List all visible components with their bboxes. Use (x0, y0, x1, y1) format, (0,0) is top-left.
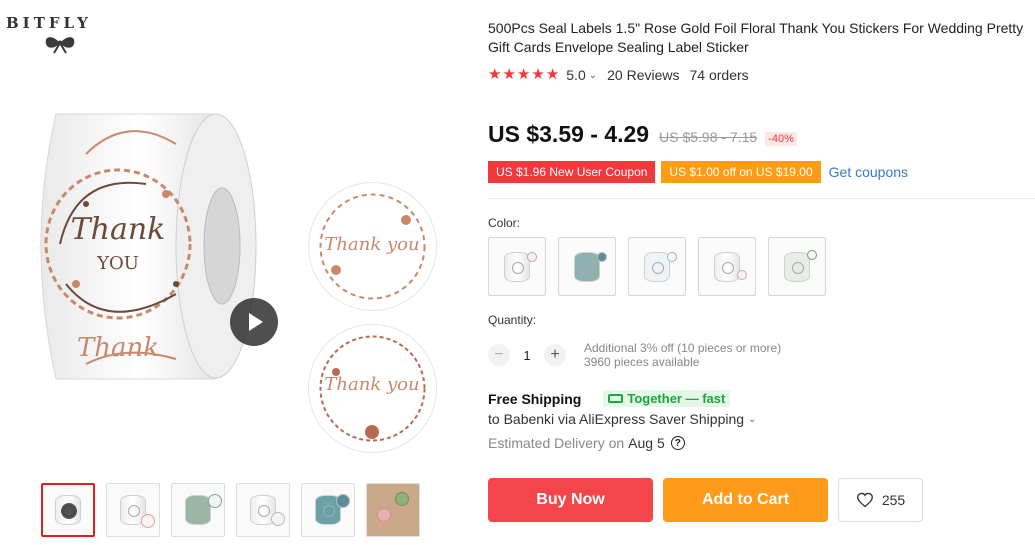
color-option-4[interactable] (698, 237, 756, 296)
add-to-cart-button[interactable]: Add to Cart (663, 478, 828, 522)
together-fast-badge: Together — fast (603, 390, 731, 407)
sticker-roll-image: Thank YOU Thank (40, 113, 257, 380)
get-coupons-link[interactable]: Get coupons (829, 164, 908, 180)
chevron-down-icon: ⌄ (748, 413, 757, 425)
swatch-roll-image (784, 251, 810, 282)
quantity-value[interactable]: 1 (510, 348, 544, 363)
quantity-label: Quantity: (488, 313, 537, 327)
thumbnail-5[interactable] (301, 483, 355, 537)
thumb-sticker-image (336, 494, 350, 508)
color-label: Color: (488, 216, 521, 230)
chevron-down-icon[interactable]: ⌄ (589, 70, 597, 81)
delivery-prefix: Estimated Delivery on (488, 435, 625, 451)
rating-row: ★ ★ ★ ★ ★ 5.0 ⌄ 20 Reviews 74 orders (488, 66, 749, 84)
increase-quantity-button[interactable]: + (544, 344, 566, 366)
thumbnail-6[interactable] (366, 483, 420, 537)
thumb-sticker-image (271, 512, 285, 526)
color-option-5[interactable] (768, 237, 826, 296)
wishlist-count: 255 (881, 492, 906, 508)
together-fast-text: Together — fast (627, 391, 726, 406)
color-option-2[interactable] (558, 237, 616, 296)
color-swatches (488, 237, 826, 296)
delivery-date: Aug 5 (628, 435, 665, 451)
sticker-preview-2: Thank you (308, 324, 437, 453)
brand-logo[interactable]: BITFLY (6, 14, 116, 54)
roll-text-thank-lower: Thank (77, 333, 159, 363)
roll-text-you: YOU (96, 253, 139, 274)
swatch-sticker-image (597, 252, 607, 262)
star-icon: ★ (545, 66, 560, 83)
decrease-quantity-button[interactable]: − (488, 344, 510, 366)
divider (488, 198, 1035, 199)
discount-badge: -40% (765, 132, 797, 146)
shipping-destination-text: to Babenki via AliExpress Saver Shipping (488, 411, 745, 427)
stock-available: 3960 pieces available (584, 355, 700, 369)
heart-icon (856, 492, 873, 508)
play-video-icon[interactable] (230, 298, 278, 346)
new-user-coupon[interactable]: US $1.96 New User Coupon (488, 161, 656, 183)
reviews-link[interactable]: 20 Reviews (607, 67, 679, 83)
orders-count: 74 orders (689, 67, 749, 83)
sticker-2-text: Thank you (324, 374, 419, 395)
free-shipping-label: Free Shipping (488, 390, 582, 407)
thumbnail-strip (41, 483, 420, 537)
shipping-row: Free Shipping Together — fast (488, 390, 731, 407)
shipping-destination[interactable]: to Babenki via AliExpress Saver Shipping… (488, 411, 766, 427)
thumb-flower-image (377, 508, 391, 522)
thumbnail-2[interactable] (106, 483, 160, 537)
swatch-sticker-image (807, 250, 817, 260)
product-title: 500Pcs Seal Labels 1.5" Rose Gold Foil F… (488, 20, 1024, 55)
original-price: US $5.98 - 7.15 (659, 129, 758, 145)
thumb-sticker-image (208, 494, 222, 508)
thumbnail-3[interactable] (171, 483, 225, 537)
thumbnail-1[interactable] (41, 483, 95, 537)
estimated-delivery: Estimated Delivery on Aug 5 ? (488, 435, 685, 451)
main-product-image[interactable]: Thank YOU Thank Thank you Thank you (22, 80, 442, 453)
quantity-info: Additional 3% off (10 pieces or more) 39… (584, 341, 781, 369)
thumbnail-4[interactable] (236, 483, 290, 537)
truck-icon (608, 394, 624, 403)
current-price: US $3.59 - 4.29 (488, 121, 650, 147)
star-icon: ★ (502, 66, 516, 83)
store-coupon[interactable]: US $1.00 off on US $19.00 (661, 161, 821, 183)
thumb-play-icon (61, 503, 77, 519)
wishlist-button[interactable]: 255 (838, 478, 923, 522)
star-icon: ★ (531, 66, 545, 83)
bow-icon (45, 37, 75, 54)
rating-stars: ★ ★ ★ ★ ★ (488, 66, 559, 84)
price-row: US $3.59 - 4.29 US $5.98 - 7.15 -40% (488, 121, 797, 148)
color-option-1[interactable] (488, 237, 546, 296)
coupon-row: US $1.96 New User Coupon US $1.00 off on… (488, 161, 908, 183)
swatch-sticker-image (667, 252, 677, 262)
brand-name: BITFLY (6, 14, 92, 32)
swatch-sticker-image (737, 270, 747, 280)
help-icon[interactable]: ? (670, 436, 685, 450)
roll-text-thank: Thank (71, 212, 166, 247)
thumb-leaf-image (395, 492, 409, 506)
sticker-preview-1: Thank you (308, 182, 437, 311)
color-option-3[interactable] (628, 237, 686, 296)
thumb-sticker-image (141, 514, 155, 528)
bulk-discount-note: Additional 3% off (10 pieces or more) (584, 341, 782, 355)
sticker-1-text: Thank you (324, 234, 419, 255)
swatch-sticker-image (527, 252, 537, 262)
star-icon: ★ (488, 66, 502, 83)
buy-now-button[interactable]: Buy Now (488, 478, 653, 522)
rating-value[interactable]: 5.0 (566, 67, 585, 83)
quantity-stepper: − 1 + Additional 3% off (10 pieces or mo… (488, 341, 781, 369)
swatch-roll-image (714, 251, 740, 282)
star-icon: ★ (516, 66, 531, 83)
